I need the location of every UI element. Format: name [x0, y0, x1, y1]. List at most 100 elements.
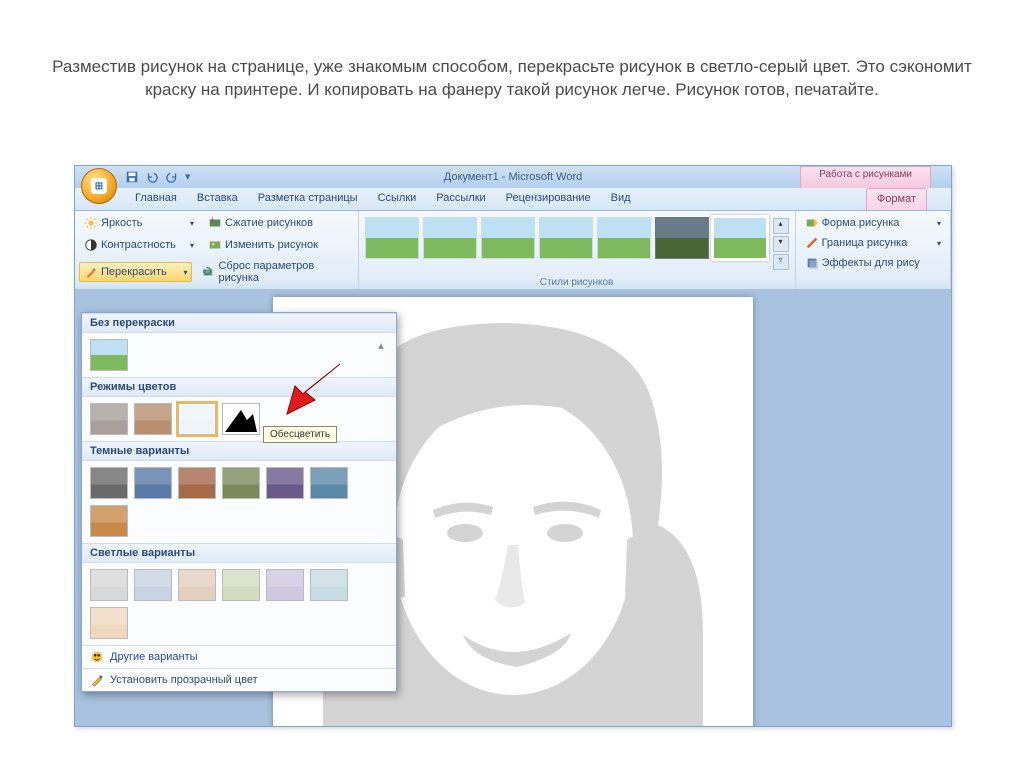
chevron-down-icon: ▾ — [937, 239, 941, 248]
gallery-scroll-up[interactable]: ▴ — [773, 218, 789, 234]
style-thumb[interactable] — [365, 217, 419, 259]
tab-review[interactable]: Рецензирование — [496, 188, 601, 210]
undo-icon[interactable] — [145, 170, 159, 184]
reset-picture-button[interactable]: Сброс параметров рисунка — [196, 257, 353, 287]
office-logo-icon: ⊞ — [91, 178, 107, 194]
swatch[interactable] — [178, 569, 216, 601]
more-variants-label: Другие варианты — [110, 651, 198, 663]
swatch[interactable] — [134, 403, 172, 435]
tab-layout[interactable]: Разметка страницы — [248, 188, 368, 210]
picture-effects-button[interactable]: Эффекты для рису — [800, 253, 946, 273]
style-thumb[interactable] — [423, 217, 477, 259]
contrast-icon — [84, 238, 98, 252]
style-thumb-selected[interactable] — [713, 217, 767, 259]
more-colors-icon — [90, 650, 104, 664]
tab-home[interactable]: Главная — [125, 188, 187, 210]
more-variants-item[interactable]: Другие варианты — [82, 645, 396, 668]
window-title: Документ1 - Microsoft Word — [444, 171, 582, 183]
picture-effects-label: Эффекты для рису — [822, 257, 920, 269]
tab-references[interactable]: Ссылки — [368, 188, 427, 210]
shape-icon — [805, 216, 819, 230]
swatch[interactable] — [90, 505, 128, 537]
section-light-variants: Светлые варианты — [82, 543, 396, 563]
recolor-label: Перекрасить — [101, 266, 167, 278]
swatch-original[interactable] — [90, 339, 128, 371]
swatch[interactable] — [222, 569, 260, 601]
recolor-icon — [84, 265, 98, 279]
swatch[interactable] — [90, 403, 128, 435]
compress-button[interactable]: Сжатие рисунков — [203, 213, 318, 233]
border-icon — [805, 236, 819, 250]
group-picture-styles: ▴ ▾ ▿ Стили рисунков — [359, 211, 796, 289]
compress-icon — [208, 216, 222, 230]
change-picture-label: Изменить рисунок — [225, 239, 318, 251]
swatch[interactable] — [222, 467, 260, 499]
brightness-label: Яркость — [101, 217, 142, 229]
reset-icon — [201, 265, 215, 279]
set-transparent-item[interactable]: Установить прозрачный цвет — [82, 668, 396, 691]
swatch[interactable] — [134, 569, 172, 601]
style-thumb[interactable] — [481, 217, 535, 259]
contextual-tab-label: Работа с рисунками — [800, 166, 931, 189]
gallery-more[interactable]: ▿ — [773, 254, 789, 270]
redo-icon[interactable] — [165, 170, 179, 184]
section-no-recolor: Без перекраски — [82, 313, 396, 333]
style-thumb[interactable] — [539, 217, 593, 259]
picture-border-label: Граница рисунка — [822, 237, 908, 249]
qat-dropdown-icon[interactable]: ▾ — [185, 170, 199, 184]
chevron-down-icon: ▾ — [183, 268, 187, 277]
swatch[interactable] — [266, 569, 304, 601]
tooltip-washout: Обесцветить — [263, 426, 337, 443]
chevron-down-icon: ▾ — [190, 219, 194, 228]
effects-icon — [805, 256, 819, 270]
contrast-button[interactable]: Контрастность ▾ — [79, 235, 199, 255]
change-picture-button[interactable]: Изменить рисунок — [203, 235, 323, 255]
brightness-button[interactable]: Яркость ▾ — [79, 213, 199, 233]
tab-format[interactable]: Формат — [866, 188, 927, 210]
picture-shape-button[interactable]: Форма рисунка ▾ — [800, 213, 946, 233]
set-transparent-label: Установить прозрачный цвет — [110, 674, 258, 686]
swatch[interactable] — [266, 467, 304, 499]
tab-view[interactable]: Вид — [601, 188, 641, 210]
tab-insert[interactable]: Вставка — [187, 188, 248, 210]
style-thumb[interactable] — [655, 217, 709, 259]
red-arrow-annotation — [285, 362, 345, 416]
swatch[interactable] — [178, 403, 216, 435]
section-color-modes: Режимы цветов — [82, 377, 396, 397]
ribbon: Яркость▾ Сжатие рисунков Контрастность▾ … — [75, 211, 951, 290]
quick-access-toolbar: ▾ — [125, 170, 199, 184]
swatch[interactable] — [178, 467, 216, 499]
gallery-scroll-down[interactable]: ▾ — [773, 236, 789, 252]
title-bar: ⊞ ▾ Документ1 - Microsoft Word Работа с … — [75, 166, 951, 188]
group-label-styles: Стили рисунков — [359, 277, 795, 288]
ribbon-tabs: Главная Вставка Разметка страницы Ссылки… — [75, 188, 951, 211]
brightness-icon — [84, 216, 98, 230]
swatch[interactable] — [310, 467, 348, 499]
picture-border-button[interactable]: Граница рисунка ▾ — [800, 233, 946, 253]
word-window: ⊞ ▾ Документ1 - Microsoft Word Работа с … — [74, 165, 952, 727]
tab-mailings[interactable]: Рассылки — [426, 188, 495, 210]
recolor-dropdown: Без перекраски ▴ Режимы цветов Темные ва… — [81, 312, 397, 692]
swatch[interactable] — [310, 569, 348, 601]
swatch[interactable] — [222, 403, 260, 435]
swatch[interactable] — [90, 467, 128, 499]
dropdown-scroll-up[interactable]: ▴ — [374, 339, 388, 371]
group-adjust: Яркость▾ Сжатие рисунков Контрастность▾ … — [75, 211, 359, 289]
group-picture-tools: Форма рисунка ▾ Граница рисунка ▾ Эффекты … — [796, 211, 951, 289]
chevron-down-icon: ▾ — [190, 241, 194, 250]
style-thumb[interactable] — [597, 217, 651, 259]
section-dark-variants: Темные варианты — [82, 441, 396, 461]
swatch[interactable] — [90, 607, 128, 639]
slide-caption: Разместив рисунок на странице, уже знако… — [44, 56, 980, 102]
picture-shape-label: Форма рисунка — [822, 217, 900, 229]
swatch[interactable] — [134, 467, 172, 499]
compress-label: Сжатие рисунков — [225, 217, 313, 229]
recolor-button[interactable]: Перекрасить ▾ — [79, 262, 192, 282]
office-button[interactable]: ⊞ — [81, 168, 117, 204]
transparent-color-icon — [90, 673, 104, 687]
reset-label: Сброс параметров рисунка — [218, 260, 348, 284]
chevron-down-icon: ▾ — [937, 219, 941, 228]
swatch[interactable] — [90, 569, 128, 601]
contrast-label: Контрастность — [101, 239, 176, 251]
save-icon[interactable] — [125, 170, 139, 184]
